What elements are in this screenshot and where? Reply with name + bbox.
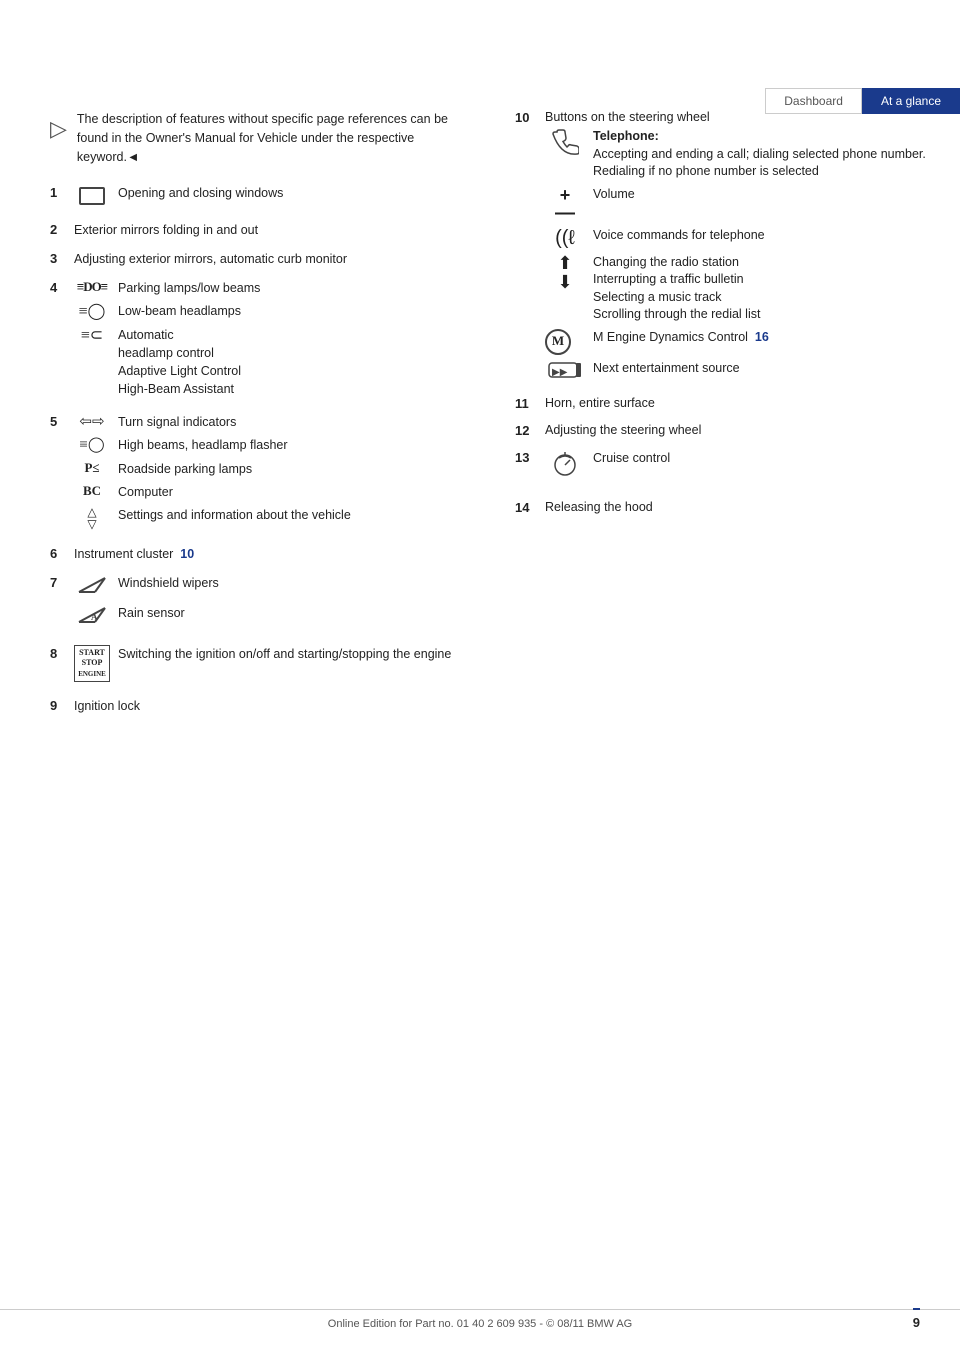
item-2-text: Exterior mirrors folding in and out xyxy=(74,221,465,239)
item-5c-text: Roadside parking lamps xyxy=(118,460,252,478)
parking-lamp-icon: ≡DO≡ xyxy=(74,279,110,295)
cruise-control-icon xyxy=(545,450,585,483)
item-2: 2 Exterior mirrors folding in and out xyxy=(50,221,465,240)
item-5e-text: Settings and information about the vehic… xyxy=(118,506,351,524)
item-5a-text: Turn signal indicators xyxy=(118,413,236,431)
item-10-next: ▶▶ Next entertainment source xyxy=(545,360,930,385)
item-4c-text: Automaticheadlamp controlAdaptive Light … xyxy=(118,326,241,399)
item-10-m-text: M Engine Dynamics Control 16 xyxy=(593,329,769,347)
item-10-volume: +— Volume xyxy=(545,186,930,222)
item-3-num: 3 xyxy=(50,250,66,269)
info-icon: ▷ xyxy=(50,112,67,166)
phone-icon xyxy=(545,128,585,162)
item-12: 12 Adjusting the steering wheel xyxy=(515,423,930,438)
item-5d-text: Computer xyxy=(118,483,173,501)
bc-icon: BC xyxy=(74,483,110,499)
item-4: 4 ≡DO≡ Parking lamps/low beams ≡◯ Low-be… xyxy=(50,279,465,404)
item-12-title: Adjusting the steering wheel xyxy=(545,423,701,437)
item-4-num: 4 xyxy=(50,279,66,298)
item-13: 13 Cruise control xyxy=(515,450,930,488)
item-6: 6 Instrument cluster 10 xyxy=(50,545,465,564)
item-10-num: 10 xyxy=(515,110,537,125)
main-content: ▷ The description of features without sp… xyxy=(50,110,930,1278)
item-4b-text: Low-beam headlamps xyxy=(118,302,241,320)
intro-text: The description of features without spec… xyxy=(77,110,465,166)
item-6-text: Instrument cluster 10 xyxy=(74,545,465,563)
roadside-parking-icon: P≤ xyxy=(74,460,110,476)
item-10-voice: ((ℓ Voice commands for telephone xyxy=(545,227,930,249)
item-13-num: 13 xyxy=(515,450,537,465)
item-9-text: Ignition lock xyxy=(74,697,465,715)
window-icon xyxy=(74,184,110,206)
footer: Online Edition for Part no. 01 40 2 609 … xyxy=(0,1309,960,1330)
next-entertainment-icon: ▶▶ xyxy=(545,360,585,385)
turn-signal-icon: ⇦⇨ xyxy=(74,413,110,431)
item-8-text: Switching the ignition on/off and starti… xyxy=(118,645,451,663)
item-6-num: 6 xyxy=(50,545,66,564)
item-12-num: 12 xyxy=(515,423,537,438)
item-6-link[interactable]: 10 xyxy=(180,547,194,561)
item-10-radio-text: Changing the radio station Interrupting … xyxy=(593,254,760,324)
volume-icon: +— xyxy=(545,186,585,222)
item-5b-text: High beams, headlamp flasher xyxy=(118,436,288,454)
item-10-telephone-text: Telephone: Accepting and ending a call; … xyxy=(593,128,930,181)
item-1-content: Opening and closing windows xyxy=(74,184,465,211)
item-10-voice-text: Voice commands for telephone xyxy=(593,227,765,245)
item-1-num: 1 xyxy=(50,184,66,203)
item-14: 14 Releasing the hood xyxy=(515,500,930,515)
item-1: 1 Opening and closing windows xyxy=(50,184,465,211)
settings-triangle-icon: △▽ xyxy=(74,506,110,530)
item-3: 3 Adjusting exterior mirrors, automatic … xyxy=(50,250,465,269)
rain-sensor-icon: A xyxy=(74,604,110,630)
item-10-subitems: Telephone: Accepting and ending a call; … xyxy=(545,128,930,384)
item-5-num: 5 xyxy=(50,413,66,432)
footer-text: Online Edition for Part no. 01 40 2 609 … xyxy=(328,1318,632,1330)
right-column: 10 Buttons on the steering wheel Telepho… xyxy=(505,110,930,1278)
item-7-num: 7 xyxy=(50,574,66,593)
item-8: 8 STARTSTOPENGINE Switching the ignition… xyxy=(50,645,465,687)
highbeam-flasher-icon: ≡◯ xyxy=(74,436,110,454)
item-7: 7 Windshield wipers xyxy=(50,574,465,635)
lowbeam-icon: ≡◯ xyxy=(74,302,110,321)
item-2-num: 2 xyxy=(50,221,66,240)
item-9: 9 Ignition lock xyxy=(50,697,465,716)
voice-icon: ((ℓ xyxy=(545,227,585,249)
item-10-volume-text: Volume xyxy=(593,186,635,204)
item-8-num: 8 xyxy=(50,645,66,664)
svg-text:▶▶: ▶▶ xyxy=(552,367,568,378)
item-9-num: 9 xyxy=(50,697,66,716)
item-10-radio: ⬆⬇ Changing the radio station Interrupti… xyxy=(545,254,930,324)
item-10: 10 Buttons on the steering wheel Telepho… xyxy=(515,110,930,384)
item-13-text: Cruise control xyxy=(593,450,670,468)
item-11-num: 11 xyxy=(515,396,537,411)
item-10-title: Buttons on the steering wheel xyxy=(545,110,710,124)
left-column: ▷ The description of features without sp… xyxy=(50,110,475,1278)
item-7b-text: Rain sensor xyxy=(118,604,185,622)
item-7a-text: Windshield wipers xyxy=(118,574,219,592)
item-1-text: Opening and closing windows xyxy=(118,184,283,202)
item-11-title: Horn, entire surface xyxy=(545,396,655,410)
item-10-next-text: Next entertainment source xyxy=(593,360,740,378)
svg-text:A: A xyxy=(91,612,98,622)
item-14-num: 14 xyxy=(515,500,537,515)
page-number: 9 xyxy=(913,1308,920,1330)
item-10-telephone: Telephone: Accepting and ending a call; … xyxy=(545,128,930,181)
item-5: 5 ⇦⇨ Turn signal indicators ≡◯ High beam… xyxy=(50,413,465,535)
intro-box: ▷ The description of features without sp… xyxy=(50,110,465,166)
item-10-m-engine: M M Engine Dynamics Control 16 xyxy=(545,329,930,355)
item-3-text: Adjusting exterior mirrors, automatic cu… xyxy=(74,250,465,268)
item-10-m-link[interactable]: 16 xyxy=(755,330,769,344)
radio-music-icon: ⬆⬇ xyxy=(545,254,585,294)
m-engine-icon: M xyxy=(545,329,585,355)
autolamp-icon: ≡⊂ xyxy=(74,326,110,345)
wipers-icon xyxy=(74,574,110,600)
item-11: 11 Horn, entire surface xyxy=(515,396,930,411)
item-14-title: Releasing the hood xyxy=(545,500,653,514)
item-4a-text: Parking lamps/low beams xyxy=(118,279,260,297)
startstop-icon: STARTSTOPENGINE xyxy=(74,645,110,682)
